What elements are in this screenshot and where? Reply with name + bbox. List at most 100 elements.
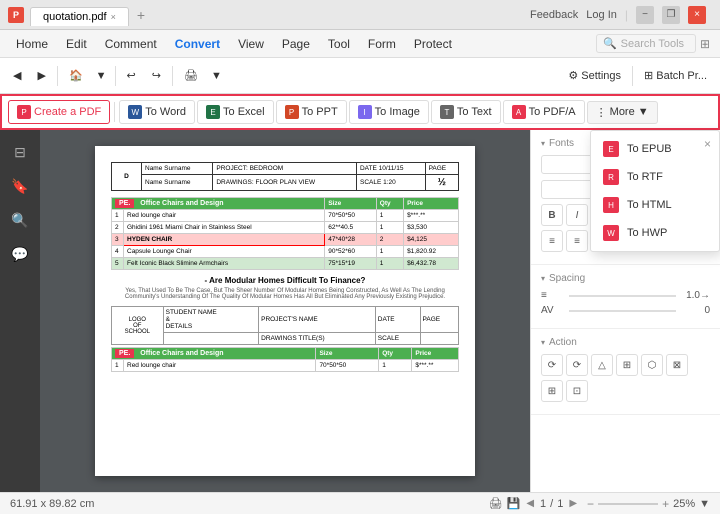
spacing-section: Spacing ≡ 1.0→ AV 0 <box>531 265 720 329</box>
page-label-cell: PAGE <box>425 163 458 175</box>
print-button[interactable]: 🖨 <box>177 66 205 85</box>
spacing-icon: ≡ <box>541 290 565 301</box>
feedback-link[interactable]: Feedback <box>530 9 578 21</box>
char-spacing-slider[interactable] <box>569 310 676 312</box>
settings-button[interactable]: ⚙ Settings <box>561 66 628 85</box>
back-button[interactable]: ◀ <box>6 66 28 85</box>
to-word-button[interactable]: W To Word <box>119 100 195 124</box>
search-tools-box[interactable]: 🔍 Search Tools <box>596 34 696 53</box>
toolbar-icon1[interactable]: ⊞ <box>698 35 712 53</box>
table-row: 2 Ghidini 1961 Miami Chair in Stainless … <box>112 222 459 234</box>
forward-button[interactable]: ▶ <box>30 66 52 85</box>
bold-btn[interactable]: B <box>541 204 563 226</box>
print-status-icon[interactable]: 🖨 <box>489 497 503 510</box>
table-row: 5 Felt Iconic Black Slimine Armchairs 75… <box>112 258 459 270</box>
line-spacing-slider[interactable] <box>569 295 676 297</box>
big-letter-cell: D <box>112 163 142 191</box>
comment-panel-icon[interactable]: 💬 <box>6 240 34 268</box>
more-button[interactable]: ⋮ More ▼ <box>587 101 658 124</box>
document-tab[interactable]: quotation.pdf × <box>30 7 129 26</box>
close-button[interactable]: × <box>688 6 706 24</box>
dropdown-arrow[interactable]: ▼ <box>92 68 111 84</box>
drawings-cell: DRAWINGS: FLOOR PLAN VIEW <box>213 175 357 191</box>
rtf-icon: R <box>603 169 619 185</box>
to-html-item[interactable]: H To HTML <box>591 191 719 219</box>
section-title-cell: PE. Office Chairs and Design <box>112 198 325 210</box>
action-btn8[interactable]: ⊡ <box>566 380 588 402</box>
sep3 <box>172 66 173 86</box>
action-btn6[interactable]: ⊠ <box>666 354 688 376</box>
menu-page[interactable]: Page <box>274 34 318 54</box>
to-excel-button[interactable]: E To Excel <box>197 100 274 124</box>
action-btn3[interactable]: △ <box>591 354 613 376</box>
tab-close-icon[interactable]: × <box>111 12 116 22</box>
action-btn7[interactable]: ⊞ <box>541 380 563 402</box>
home-button[interactable]: 🏠 <box>62 66 90 85</box>
menu-home[interactable]: Home <box>8 34 56 54</box>
batch-button[interactable]: ⊞ Batch Pr... <box>637 66 714 85</box>
action-btn1[interactable]: ⟳ <box>541 354 563 376</box>
main-toolbar: ◀ ▶ 🏠 ▼ ↩ ↪ 🖨 ▼ ⚙ Settings ⊞ Batch Pr... <box>0 58 720 94</box>
dropdown-menu-panel: × E To EPUB R To RTF H To HTML W To HWP <box>590 130 720 252</box>
to-image-button[interactable]: I To Image <box>349 100 429 124</box>
zoom-in-button[interactable]: + <box>662 497 669 511</box>
word-icon: W <box>128 105 142 119</box>
save-status-icon[interactable]: 💾 <box>507 497 521 510</box>
title-bar: P quotation.pdf × + Feedback Log In | − … <box>0 0 720 30</box>
action-btn4[interactable]: ⊞ <box>616 354 638 376</box>
to-hwp-item[interactable]: W To HWP <box>591 219 719 247</box>
logo-cell: LOGOOFSCHOOL <box>112 307 164 345</box>
redo-button[interactable]: ↪ <box>145 66 168 85</box>
footer-header-table: LOGOOFSCHOOL STUDENT NAME&DETAILS PROJEC… <box>111 306 459 345</box>
undo-button[interactable]: ↩ <box>120 66 143 85</box>
page-current: 1 <box>540 498 546 510</box>
to-rtf-item[interactable]: R To RTF <box>591 163 719 191</box>
bookmark-icon[interactable]: 🔖 <box>6 172 34 200</box>
italic-btn[interactable]: I <box>566 204 588 226</box>
document-area[interactable]: D Name Surname PROJECT: BEDROOM DATE 10/… <box>40 130 530 492</box>
print-dropdown[interactable]: ▼ <box>207 68 226 84</box>
new-tab-button[interactable]: + <box>129 4 153 26</box>
search-placeholder: Search Tools <box>621 38 684 50</box>
menu-convert[interactable]: Convert <box>167 34 228 54</box>
menu-edit[interactable]: Edit <box>58 34 95 54</box>
action-section-title: Action <box>541 337 710 348</box>
projects-name-cell: PROJECT'S NAME <box>259 307 376 333</box>
more-dropdown: × E To EPUB R To RTF H To HTML W To HWP <box>590 130 720 252</box>
hwp-icon: W <box>603 225 619 241</box>
to-ppt-button[interactable]: P To PPT <box>276 100 347 124</box>
menu-tool[interactable]: Tool <box>320 34 358 54</box>
next-page-button[interactable]: ▶ <box>567 498 579 509</box>
more-icon: ⋮ <box>596 106 607 119</box>
action-btn5[interactable]: ⬡ <box>641 354 663 376</box>
left-panel: ⊟ 🔖 🔍 💬 <box>0 130 40 492</box>
action-btn2[interactable]: ⟳ <box>566 354 588 376</box>
details-cell <box>163 333 259 345</box>
menu-protect[interactable]: Protect <box>406 34 460 54</box>
menu-form[interactable]: Form <box>360 34 404 54</box>
zoom-out-button[interactable]: − <box>587 497 594 511</box>
align-center-btn[interactable]: ≡ <box>566 230 588 252</box>
minimize-button[interactable]: − <box>636 6 654 24</box>
login-link[interactable]: Log In <box>586 9 617 21</box>
zoom-level-display: 25% <box>673 498 695 510</box>
action-row2: ⊞ ⊡ <box>541 380 710 402</box>
zoom-slider[interactable] <box>598 503 658 505</box>
thumbnail-icon[interactable]: ⊟ <box>6 138 34 166</box>
menu-view[interactable]: View <box>230 34 272 54</box>
excel-icon: E <box>206 105 220 119</box>
to-text-button[interactable]: T To Text <box>431 100 501 124</box>
date-header-cell: DATE <box>375 307 420 333</box>
menu-comment[interactable]: Comment <box>97 34 165 54</box>
align-left-btn[interactable]: ≡ <box>541 230 563 252</box>
to-pdfa-button[interactable]: A To PDF/A <box>503 100 585 124</box>
create-pdf-button[interactable]: P Create a PDF <box>8 100 110 124</box>
col-price: Price <box>404 198 459 210</box>
empty-cell <box>420 333 458 345</box>
zoom-dropdown-btn[interactable]: ▼ <box>699 498 710 510</box>
search-panel-icon[interactable]: 🔍 <box>6 206 34 234</box>
prev-page-button[interactable]: ◀ <box>524 498 536 509</box>
restore-button[interactable]: ❐ <box>662 6 680 24</box>
dropdown-close-button[interactable]: × <box>700 135 715 153</box>
zoom-controls: − + 25% ▼ <box>587 497 710 511</box>
